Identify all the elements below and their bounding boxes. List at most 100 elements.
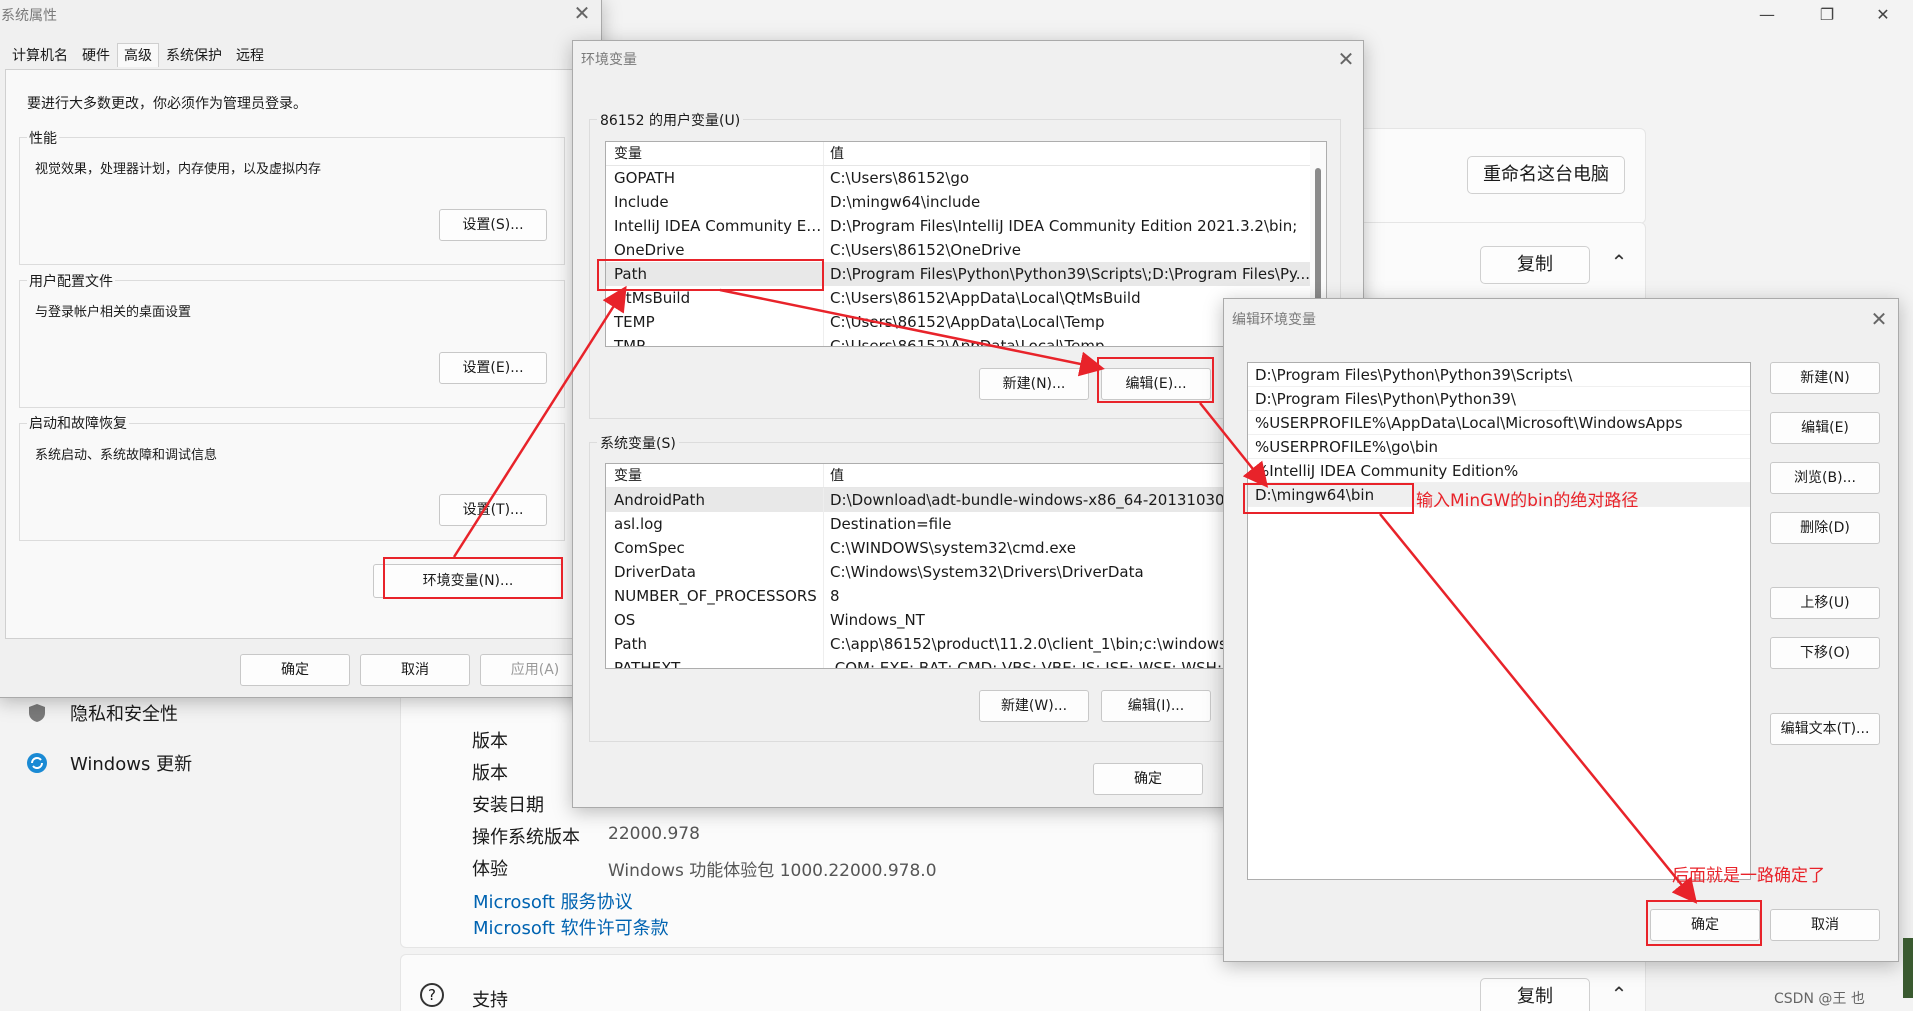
- nav-item-privacy[interactable]: 隐私和安全性: [26, 700, 178, 726]
- list-item[interactable]: %USERPROFILE%\AppData\Local\Microsoft\Wi…: [1248, 411, 1750, 435]
- scrollbar-thumb[interactable]: [1315, 168, 1321, 318]
- highlight-edit-button: [1097, 357, 1214, 403]
- spec-label: 体验: [472, 859, 508, 880]
- column-header-variable[interactable]: 变量: [606, 142, 824, 165]
- table-row-selected[interactable]: AndroidPath D:\Download\adt-bundle-window…: [606, 488, 1326, 512]
- table-row[interactable]: TMP C:\Users\86152\AppData\Local\Temp: [606, 334, 1326, 346]
- move-down-button[interactable]: 下移(O): [1770, 637, 1880, 669]
- close-icon[interactable]: ✕: [1860, 2, 1906, 28]
- cell-name: ComSpec: [606, 536, 824, 560]
- system-new-button[interactable]: 新建(W)...: [979, 690, 1089, 722]
- list-item[interactable]: D:\Program Files\Python\Python39\: [1248, 387, 1750, 411]
- group-label: 启动和故障恢复: [27, 413, 129, 433]
- tab-computer-name[interactable]: 计算机名: [5, 43, 75, 67]
- spec-value: Windows 功能体验包 1000.22000.978.0: [608, 861, 937, 881]
- close-icon[interactable]: ✕: [1862, 305, 1896, 333]
- table-row[interactable]: TEMP C:\Users\86152\AppData\Local\Temp: [606, 310, 1326, 334]
- close-icon[interactable]: ✕: [1329, 45, 1363, 73]
- spec-value: 22000.978: [608, 824, 700, 844]
- profile-settings-button[interactable]: 设置(E)...: [439, 352, 547, 384]
- tab-bar: 计算机名 硬件 高级 系统保护 远程: [5, 43, 271, 67]
- table-row[interactable]: ComSpec C:\WINDOWS\system32\cmd.exe: [606, 536, 1326, 560]
- copy-button[interactable]: 复制: [1480, 978, 1590, 1011]
- tab-system-protection[interactable]: 系统保护: [159, 43, 229, 67]
- chevron-up-icon[interactable]: ⌃: [1604, 250, 1634, 274]
- list-item[interactable]: %IntelliJ IDEA Community Edition%: [1248, 459, 1750, 483]
- cell-value: D:\mingw64\include: [830, 193, 981, 211]
- cell-value: C:\Users\86152\OneDrive: [830, 241, 1021, 259]
- table-row[interactable]: asl.log Destination=file: [606, 512, 1326, 536]
- highlight-path-row: [597, 259, 824, 291]
- cell-name: OS: [606, 608, 824, 632]
- dialog-title: 编辑环境变量: [1232, 312, 1316, 328]
- shield-icon: [29, 704, 45, 722]
- license-terms-link[interactable]: Microsoft 软件许可条款: [473, 914, 669, 940]
- cell-name: TMP: [606, 334, 824, 346]
- path-entries-list[interactable]: D:\Program Files\Python\Python39\Scripts…: [1247, 362, 1751, 880]
- system-edit-button[interactable]: 编辑(I)...: [1101, 690, 1211, 722]
- ok-button[interactable]: 确定: [1093, 763, 1203, 795]
- user-variables-list[interactable]: 变量 值 GOPATH C:\Users\86152\go Include D:\m…: [605, 141, 1327, 347]
- spec-label: 操作系统版本: [472, 827, 580, 848]
- spec-label: 版本: [472, 731, 508, 752]
- table-row[interactable]: Path C:\app\86152\product\11.2.0\client_1…: [606, 632, 1326, 656]
- table-row[interactable]: NUMBER_OF_PROCESSORS 8: [606, 584, 1326, 608]
- group-label: 性能: [27, 128, 59, 148]
- cell-name: TEMP: [606, 310, 824, 334]
- edit-text-button[interactable]: 编辑文本(T)...: [1770, 713, 1880, 745]
- table-row[interactable]: DriverData C:\Windows\System32\Drivers\Dr…: [606, 560, 1326, 584]
- nav-label: 隐私和安全性: [70, 704, 178, 725]
- highlight-mingw-entry: [1243, 483, 1414, 514]
- close-icon[interactable]: ✕: [565, 0, 599, 27]
- restore-icon[interactable]: ❐: [1804, 2, 1850, 28]
- watermark: CSDN @王 也: [1774, 991, 1865, 1007]
- service-agreement-link[interactable]: Microsoft 服务协议: [473, 888, 633, 914]
- spec-label: 安装日期: [472, 795, 544, 816]
- user-new-button[interactable]: 新建(N)...: [979, 368, 1089, 400]
- list-item[interactable]: %USERPROFILE%\go\bin: [1248, 435, 1750, 459]
- startup-settings-button[interactable]: 设置(T)...: [439, 494, 547, 526]
- table-row[interactable]: IntelliJ IDEA Community Ed... D:\Program …: [606, 214, 1326, 238]
- support-label: 支持: [472, 990, 508, 1011]
- cell-name: Include: [606, 190, 824, 214]
- chevron-up-icon[interactable]: ⌃: [1604, 982, 1634, 1006]
- rename-pc-button[interactable]: 重命名这台电脑: [1467, 156, 1625, 194]
- move-up-button[interactable]: 上移(U): [1770, 587, 1880, 619]
- cell-name: IntelliJ IDEA Community Ed...: [606, 214, 824, 238]
- nav-item-update[interactable]: Windows 更新: [26, 750, 192, 776]
- admin-note: 要进行大多数更改，你必须作为管理员登录。: [27, 96, 307, 112]
- new-entry-button[interactable]: 新建(N): [1770, 362, 1880, 394]
- edit-entry-button[interactable]: 编辑(E): [1770, 412, 1880, 444]
- performance-settings-button[interactable]: 设置(S)...: [439, 209, 547, 241]
- cell-value: D:\Program Files\Python\Python39\Scripts…: [830, 265, 1311, 283]
- tab-hardware[interactable]: 硬件: [75, 43, 117, 67]
- table-row[interactable]: GOPATH C:\Users\86152\go: [606, 166, 1326, 190]
- copy-button[interactable]: 复制: [1480, 246, 1590, 284]
- list-header: 变量 值: [606, 142, 1326, 166]
- tab-advanced[interactable]: 高级: [117, 43, 159, 67]
- cell-name: PATHEXT: [606, 656, 824, 668]
- column-header-variable[interactable]: 变量: [606, 464, 824, 487]
- list-item[interactable]: D:\Program Files\Python\Python39\Scripts…: [1248, 363, 1750, 387]
- user-profile-group: [19, 280, 565, 408]
- table-row[interactable]: OS Windows_NT: [606, 608, 1326, 632]
- tab-remote[interactable]: 远程: [229, 43, 271, 67]
- browse-button[interactable]: 浏览(B)...: [1770, 462, 1880, 494]
- ok-button[interactable]: 确定: [240, 654, 350, 686]
- cell-name: DriverData: [606, 560, 824, 584]
- help-icon: ?: [420, 983, 444, 1007]
- table-row[interactable]: PATHEXT .COM;.EXE;.BAT;.CMD;.VBS;.VBE;.JS…: [606, 656, 1326, 668]
- cell-name: asl.log: [606, 512, 824, 536]
- group-label: 用户配置文件: [27, 271, 115, 291]
- group-description: 与登录帐户相关的桌面设置: [35, 305, 192, 320]
- cancel-button[interactable]: 取消: [1770, 909, 1880, 941]
- group-description: 视觉效果，处理器计划，内存使用，以及虚拟内存: [35, 162, 322, 177]
- minimize-icon[interactable]: —: [1744, 2, 1790, 28]
- cancel-button[interactable]: 取消: [360, 654, 470, 686]
- dialog-title: 环境变量: [581, 52, 637, 68]
- table-row[interactable]: Include D:\mingw64\include: [606, 190, 1326, 214]
- column-header-value[interactable]: 值: [824, 142, 1326, 165]
- system-variables-list[interactable]: 变量 值 AndroidPath D:\Download\adt-bundle-w…: [605, 463, 1327, 669]
- performance-group: [19, 137, 565, 265]
- delete-entry-button[interactable]: 删除(D): [1770, 512, 1880, 544]
